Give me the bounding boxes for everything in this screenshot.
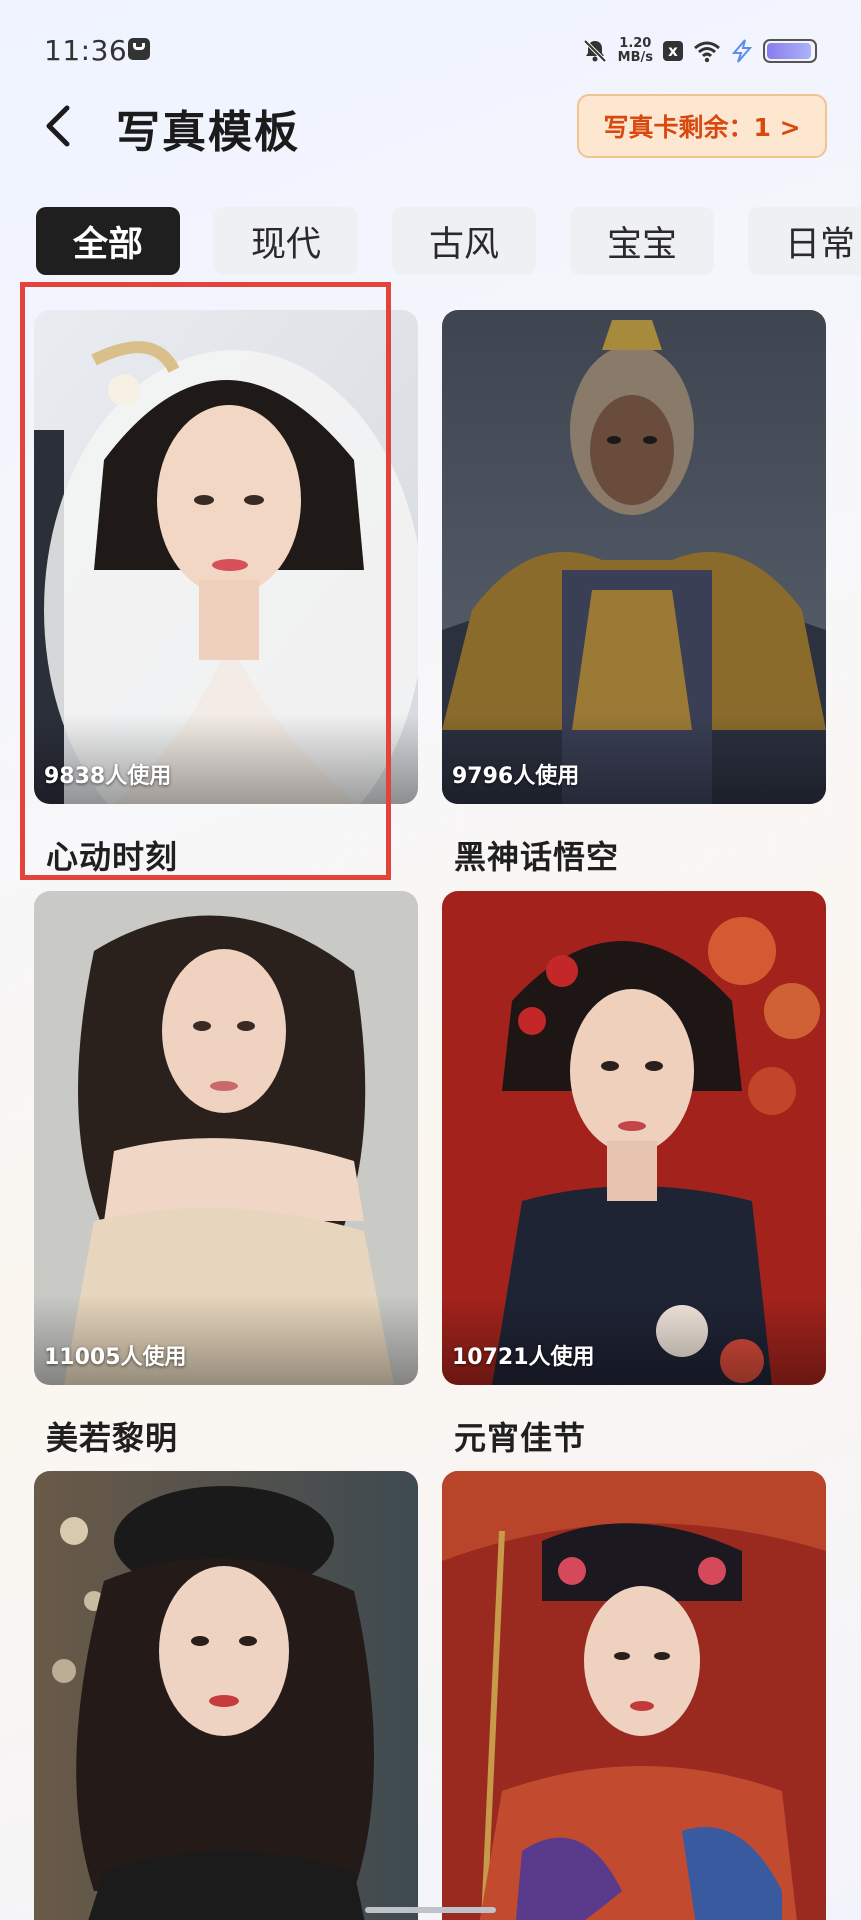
battery-level <box>767 43 811 59</box>
tab-daily[interactable]: 日常 <box>748 207 861 275</box>
network-speed: 1.20 MB/s <box>618 37 653 65</box>
wifi-icon <box>694 41 720 63</box>
template-title: 心动时刻 <box>46 838 179 876</box>
category-tabs: 全部 现代 古风 宝宝 日常 <box>36 207 861 275</box>
template-title: 黑神话悟空 <box>454 838 620 876</box>
tab-modern[interactable]: 现代 <box>214 207 358 275</box>
net-speed-unit: MB/s <box>617 50 653 65</box>
chevron-left-icon <box>46 105 70 147</box>
template-photo: 9796人使用 <box>442 310 826 804</box>
battery-icon <box>763 39 817 63</box>
status-time: 11:36 <box>44 34 128 67</box>
net-speed-value: 1.20 <box>619 36 652 51</box>
template-photo <box>34 1471 418 1920</box>
template-photo: 11005人使用 <box>34 891 418 1385</box>
message-notification-icon <box>128 38 150 60</box>
bell-muted-icon <box>583 39 607 63</box>
page-title: 写真模板 <box>116 107 300 158</box>
usage-count: 9838人使用 <box>44 764 172 789</box>
tab-all[interactable]: 全部 <box>36 207 180 275</box>
tab-ancient-style[interactable]: 古风 <box>392 207 536 275</box>
template-photo: 10721人使用 <box>442 891 826 1385</box>
status-bar: 11:36 1.20 MB/s x <box>0 0 861 100</box>
template-title: 美若黎明 <box>46 1419 179 1457</box>
usage-count: 9796人使用 <box>452 764 580 789</box>
charging-bolt-icon <box>731 39 753 63</box>
usage-count: 11005人使用 <box>44 1345 187 1370</box>
usage-count: 10721人使用 <box>452 1345 595 1370</box>
status-icons: 1.20 MB/s x <box>582 34 817 68</box>
template-photo: 9838人使用 <box>34 310 418 804</box>
close-box-icon: x <box>663 41 683 61</box>
home-indicator[interactable] <box>365 1907 496 1913</box>
back-button[interactable] <box>38 98 78 154</box>
tab-baby[interactable]: 宝宝 <box>570 207 714 275</box>
template-photo <box>442 1471 826 1920</box>
template-title: 元宵佳节 <box>454 1419 587 1457</box>
photo-card-remaining-button[interactable]: 写真卡剩余：1 > <box>577 94 827 158</box>
